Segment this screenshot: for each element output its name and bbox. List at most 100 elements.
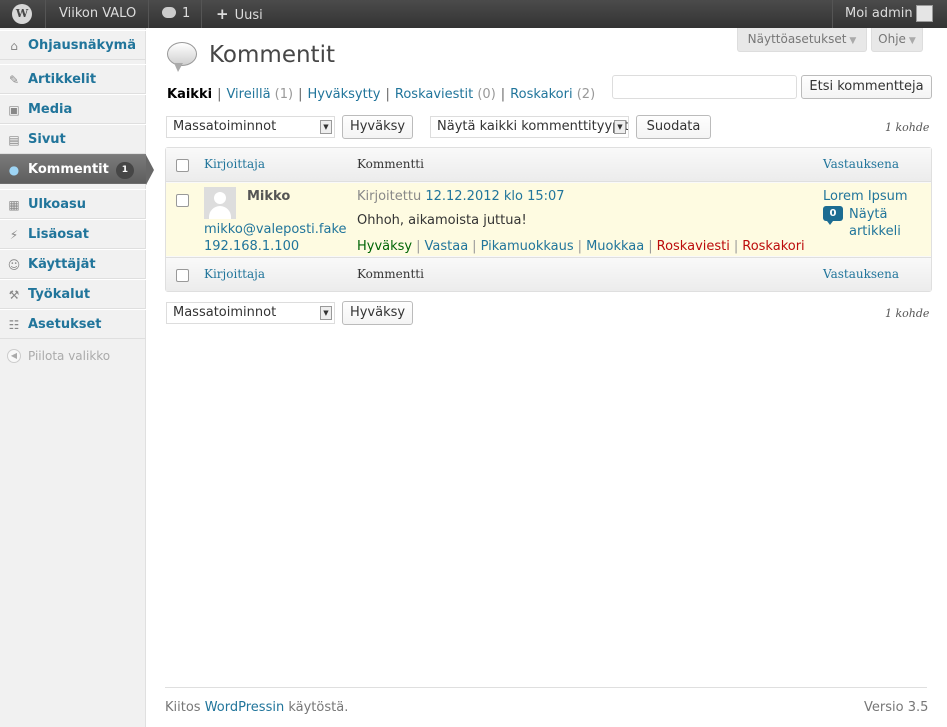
column-author[interactable]: Kirjoittaja [204, 157, 265, 171]
adminbar-comments-count: 1 [182, 6, 191, 21]
approve-link[interactable]: Hyväksy [357, 239, 412, 254]
column-response[interactable]: Vastauksena [823, 267, 899, 281]
admin-bar: W Viikon VALO 1 + Uusi Moi admin [0, 0, 947, 28]
pages-icon: ▤ [8, 133, 20, 147]
status-filters: Kaikki | Vireillä (1) | Hyväksytty | Roskavies… [167, 87, 596, 102]
spam-link[interactable]: Roskaviesti [657, 239, 730, 254]
wordpress-logo-icon: W [12, 4, 32, 24]
select-all-checkbox[interactable] [176, 159, 189, 172]
menu-item-appearance[interactable]: ▦ Ulkoasu [0, 189, 146, 219]
search-comments-button[interactable]: Etsi kommentteja [801, 75, 932, 99]
menu-item-label: Ohjausnäkymä [28, 38, 136, 53]
comment-text: Ohhoh, aikamoista juttua! [357, 213, 527, 228]
footer-thanks-prefix: Kiitos [165, 700, 201, 715]
response-post-link[interactable]: Lorem Ipsum [823, 189, 908, 204]
menu-item-plugins[interactable]: ⚡ Lisäosat [0, 219, 146, 249]
collapse-menu-button[interactable]: ◀ Piilota valikko [0, 343, 146, 369]
column-comment: Kommentti [357, 157, 424, 171]
media-icon: ▣ [8, 103, 20, 117]
footer-thanks: Kiitos WordPressin käytöstä. [165, 700, 348, 715]
adminbar-new-link[interactable]: + Uusi [203, 0, 275, 28]
items-count: 1 kohde [885, 121, 930, 134]
filter-spam[interactable]: Roskaviestit [395, 87, 473, 102]
chevron-down-icon: ▼ [908, 36, 916, 46]
quick-edit-link[interactable]: Pikamuokkaus [481, 239, 574, 254]
bulk-actions-select-bottom[interactable]: Massatoiminnot ▼ [166, 302, 335, 324]
menu-item-label: Asetukset [28, 317, 102, 332]
column-response[interactable]: Vastauksena [823, 157, 899, 171]
filter-spam-count: (0) [477, 87, 496, 102]
adminbar-account[interactable]: Moi admin [832, 0, 947, 28]
row-actions: Hyväksy | Vastaa | Pikamuokkaus | Muokkaa | Rosk… [357, 239, 805, 254]
menu-item-media[interactable]: ▣ Media [0, 94, 146, 124]
comment-author-email[interactable]: mikko@valeposti.fake [204, 222, 347, 237]
edit-link[interactable]: Muokkaa [586, 239, 644, 254]
menu-item-label: Sivut [28, 132, 66, 147]
submitted-prefix: Kirjoitettu [357, 189, 422, 204]
bulk-actions-value: Massatoiminnot [173, 119, 277, 134]
page-title: Kommentit [209, 42, 335, 68]
screen-options-label: Näyttöasetukset [747, 32, 847, 46]
footer-divider [165, 687, 927, 688]
menu-item-posts[interactable]: ✎ Artikkelit [0, 64, 146, 94]
comment-type-select[interactable]: Näytä kaikki kommenttityypit ▼ [430, 116, 629, 138]
menu-item-settings[interactable]: ☷ Asetukset [0, 309, 146, 339]
menu-item-label: Kommentit [28, 162, 109, 177]
filter-pending[interactable]: Vireillä [226, 87, 270, 102]
filter-trash[interactable]: Roskakori [510, 87, 572, 102]
comments-icon: ● [8, 163, 20, 177]
adminbar-new-label: Uusi [234, 8, 263, 23]
menu-item-label: Työkalut [28, 287, 91, 302]
site-name-link[interactable]: Viikon VALO [47, 0, 149, 28]
pin-icon: ✎ [8, 73, 20, 87]
trash-link[interactable]: Roskakori [742, 239, 804, 254]
adminbar-comments-link[interactable]: 1 [150, 0, 202, 28]
settings-icon: ☷ [8, 318, 20, 332]
wp-menu[interactable]: W [0, 0, 46, 28]
menu-item-label: Käyttäjät [28, 257, 96, 272]
bulk-actions-value: Massatoiminnot [173, 305, 277, 320]
response-comment-count-badge[interactable]: 0 [823, 206, 843, 225]
menu-item-pages[interactable]: ▤ Sivut [0, 124, 146, 154]
reply-link[interactable]: Vastaa [425, 239, 469, 254]
plugins-icon: ⚡ [9, 228, 19, 242]
filter-all[interactable]: Kaikki [167, 87, 212, 102]
filter-button[interactable]: Suodata [636, 115, 711, 139]
chevron-down-icon: ▼ [849, 36, 857, 46]
tools-icon: ⚒ [8, 288, 20, 302]
column-author[interactable]: Kirjoittaja [204, 267, 265, 281]
screen-options-tab[interactable]: Näyttöasetukset ▼ [737, 28, 867, 52]
dropdown-arrow-icon: ▼ [614, 120, 626, 134]
bulk-actions-select[interactable]: Massatoiminnot ▼ [166, 116, 335, 138]
apply-button-bottom[interactable]: Hyväksy [342, 301, 413, 325]
dropdown-arrow-icon: ▼ [320, 306, 332, 320]
comments-page-icon [166, 40, 198, 74]
apply-button[interactable]: Hyväksy [342, 115, 413, 139]
wordpress-link[interactable]: WordPressin [205, 700, 284, 715]
menu-item-dashboard[interactable]: ⌂ Ohjausnäkymä [0, 30, 146, 60]
footer-thanks-suffix: käytöstä. [288, 700, 349, 715]
account-greeting: Moi admin [845, 6, 913, 21]
select-all-checkbox[interactable] [176, 269, 189, 282]
collapse-arrow-icon: ◀ [7, 349, 21, 363]
menu-item-users[interactable]: ☺ Käyttäjät [0, 249, 146, 279]
menu-item-label: Ulkoasu [28, 197, 87, 212]
dropdown-arrow-icon: ▼ [320, 120, 332, 134]
comment-author-ip[interactable]: 192.168.1.100 [204, 239, 299, 254]
comments-count-badge: 1 [115, 162, 134, 179]
items-count-bottom: 1 kohde [885, 307, 930, 320]
view-post-link[interactable]: Näytä artikkeli [849, 206, 919, 240]
help-label: Ohje [878, 32, 906, 46]
menu-item-comments[interactable]: ● Kommentit 1 [0, 154, 154, 185]
filter-approved[interactable]: Hyväksytty [307, 87, 380, 102]
search-input[interactable] [612, 75, 797, 99]
row-checkbox[interactable] [176, 194, 189, 207]
comment-date-link[interactable]: 12.12.2012 klo 15:07 [425, 189, 564, 204]
table-row: Mikko mikko@valeposti.fake 192.168.1.100… [166, 183, 931, 256]
comment-bubble-icon [162, 7, 176, 18]
collapse-menu-label: Piilota valikko [28, 349, 111, 363]
users-icon: ☺ [7, 258, 21, 272]
table-header: Kirjoittaja Kommentti Vastauksena [166, 148, 931, 182]
menu-item-tools[interactable]: ⚒ Työkalut [0, 279, 146, 309]
help-tab[interactable]: Ohje ▼ [871, 28, 923, 52]
